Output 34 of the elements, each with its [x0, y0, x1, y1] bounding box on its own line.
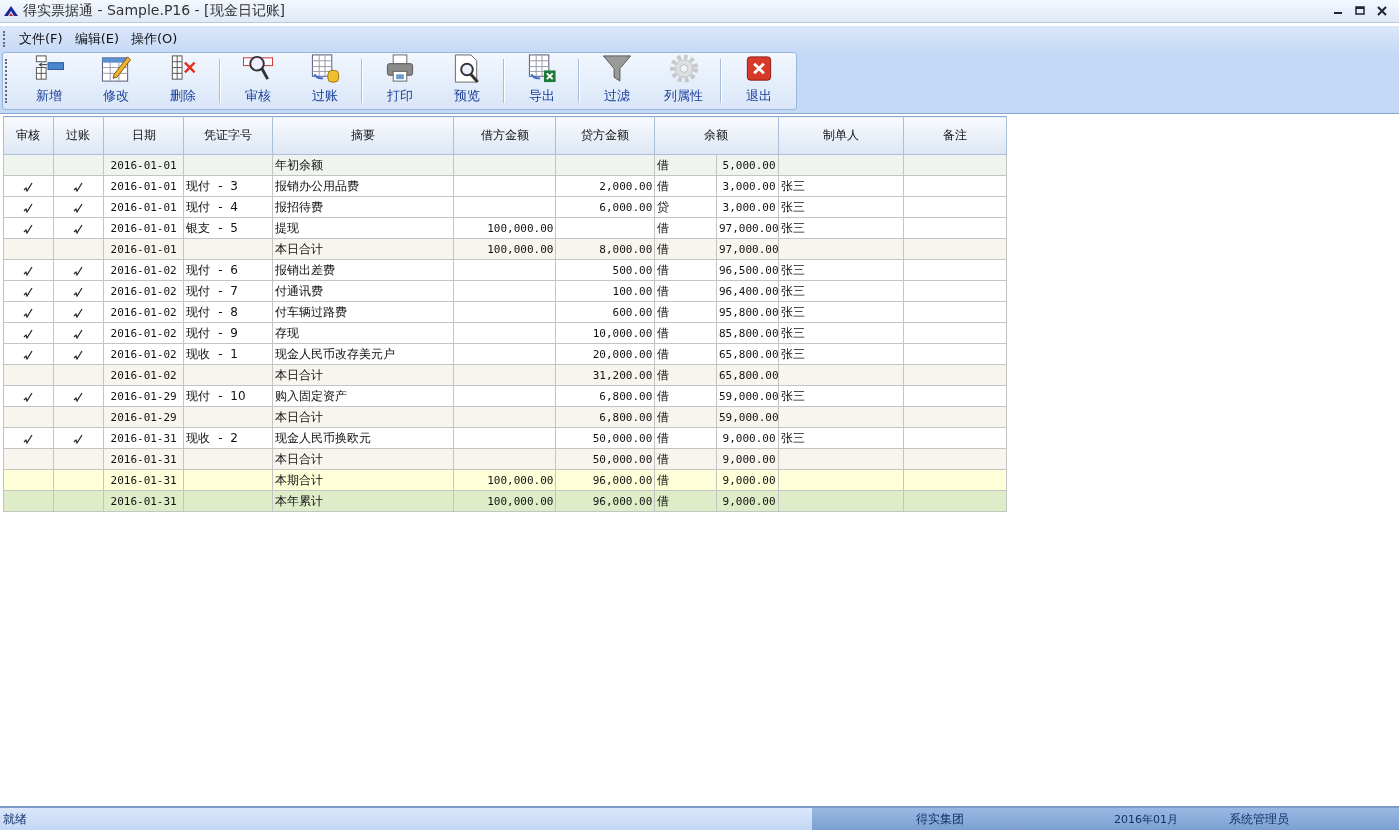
maximize-icon[interactable]: [1355, 6, 1365, 16]
toolbar-button[interactable]: 退出: [725, 53, 792, 109]
funnel-icon: [600, 53, 633, 84]
column-header[interactable]: 日期: [103, 116, 184, 155]
toolbar-button[interactable]: 审核: [224, 53, 291, 109]
status-message: 就绪: [2, 810, 28, 828]
column-header[interactable]: 摘要: [272, 116, 454, 155]
toolbar-button[interactable]: 删除: [149, 53, 216, 109]
toolbar-button[interactable]: 打印: [366, 53, 433, 109]
window-title: 得实票据通 - Sample.P16 - [现金日记账]: [23, 2, 287, 20]
menu-item[interactable]: 文件(F): [13, 29, 69, 48]
app-logo-icon: [3, 5, 19, 17]
column-header[interactable]: 备注: [903, 116, 1007, 155]
edit-table-icon: [99, 53, 132, 84]
company-name: 得实集团: [916, 810, 965, 828]
toolbar-button[interactable]: 修改: [82, 53, 149, 109]
period-text: 2016年01月: [1114, 811, 1179, 827]
toolbar-button[interactable]: 过账: [291, 53, 358, 109]
column-header[interactable]: 审核: [3, 116, 54, 155]
menu-item[interactable]: 操作(O): [125, 29, 184, 48]
column-header[interactable]: 余额: [654, 116, 779, 155]
gear-icon: [667, 53, 700, 84]
column-header[interactable]: 贷方金额: [555, 116, 655, 155]
toolbar-button[interactable]: 新增: [15, 53, 82, 109]
column-header[interactable]: 过账: [53, 116, 104, 155]
toolbar-button[interactable]: 过滤: [583, 53, 650, 109]
user-name: 系统管理员: [1229, 810, 1290, 828]
close-icon[interactable]: [1377, 6, 1387, 16]
column-header[interactable]: 借方金额: [454, 116, 556, 155]
column-header[interactable]: 制单人: [778, 116, 904, 155]
toolbar-button[interactable]: 导出: [508, 53, 575, 109]
toolbar-button[interactable]: 预览: [433, 53, 500, 109]
column-header[interactable]: 凭证字号: [183, 116, 273, 155]
menu-item[interactable]: 编辑(E): [68, 29, 125, 48]
